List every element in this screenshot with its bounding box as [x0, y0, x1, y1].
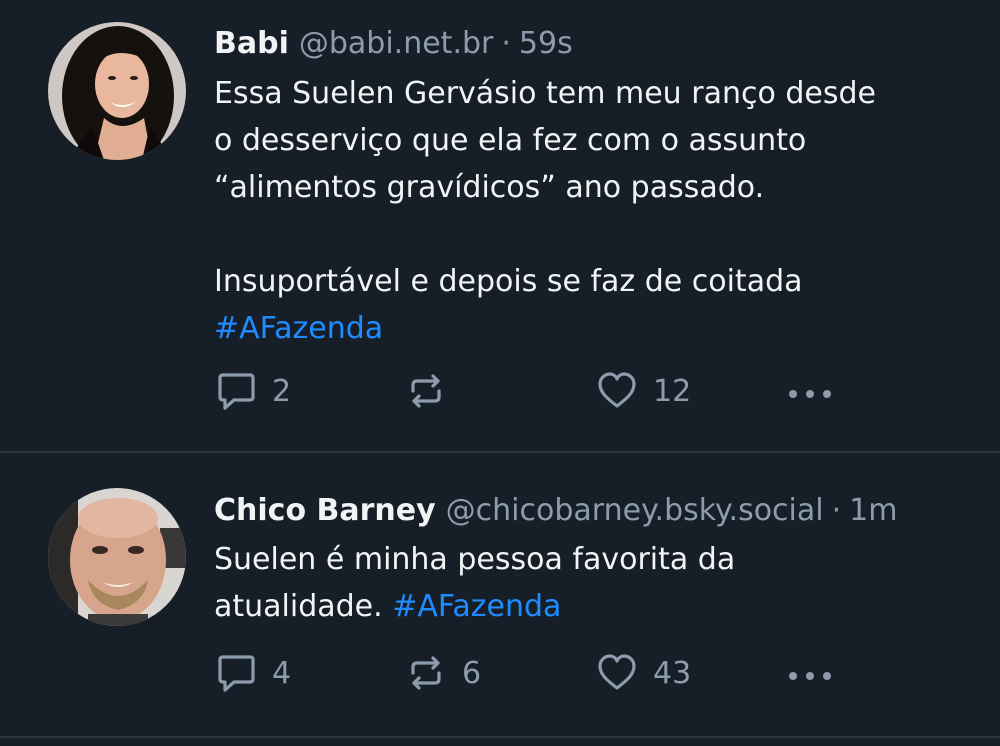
- separator-dot: ·: [501, 26, 511, 61]
- speech-bubble-icon: [218, 655, 255, 692]
- author-handle[interactable]: @babi.net.br: [299, 26, 494, 61]
- post-text-line: atualidade.: [214, 589, 383, 624]
- author-handle[interactable]: @chicobarney.bsky.social: [446, 493, 824, 528]
- repost-count: 6: [462, 655, 482, 691]
- like-button[interactable]: 43: [595, 648, 691, 698]
- repost-arrows-icon: [411, 374, 441, 408]
- heart-icon: [598, 654, 636, 690]
- ellipsis-icon: [789, 672, 831, 680]
- post-actions: 4 6 43: [0, 648, 1000, 698]
- reply-button[interactable]: 2: [214, 366, 291, 416]
- repost-arrows-icon: [411, 656, 441, 690]
- post-babi[interactable]: Babi @babi.net.br · 59s Essa Suelen Gervási…: [0, 0, 1000, 452]
- author-name[interactable]: Babi: [214, 26, 289, 61]
- heart-icon: [598, 372, 636, 408]
- like-count: 12: [653, 373, 692, 409]
- post-feed: Babi @babi.net.br · 59s Essa Suelen Gervási…: [0, 0, 1000, 746]
- avatar-image: [48, 22, 186, 160]
- post-text: Suelen é minha pessoa favorita da atuali…: [214, 536, 974, 630]
- post-timestamp[interactable]: 59s: [519, 26, 573, 61]
- post-divider: [0, 736, 1000, 738]
- reply-count: 4: [272, 655, 292, 691]
- post-text-line: “alimentos gravídicos” ano passado.: [214, 170, 765, 205]
- avatar-image: [48, 488, 186, 626]
- hashtag-link[interactable]: #AFazenda: [392, 589, 561, 624]
- hashtag-link[interactable]: #AFazenda: [214, 311, 383, 346]
- post-text-blank-line: [214, 211, 974, 258]
- like-count: 43: [653, 655, 692, 691]
- repost-button[interactable]: 6: [404, 648, 481, 698]
- repost-button[interactable]: [404, 366, 462, 416]
- author-name[interactable]: Chico Barney: [214, 493, 436, 528]
- post-chico-barney[interactable]: Chico Barney @chicobarney.bsky.social · 1m …: [0, 453, 1000, 735]
- post-text: Essa Suelen Gervásio tem meu ranço desde…: [214, 70, 974, 352]
- speech-bubble-icon: [218, 373, 255, 410]
- post-text-line: Suelen é minha pessoa favorita da: [214, 542, 736, 577]
- post-actions: 2 12: [0, 366, 1000, 416]
- post-timestamp[interactable]: 1m: [849, 493, 897, 528]
- like-button[interactable]: 12: [595, 366, 691, 416]
- post-text-line: o desserviço que ela fez com o assunto: [214, 123, 807, 158]
- ellipsis-icon: [789, 390, 831, 398]
- more-options-button[interactable]: [786, 366, 834, 416]
- avatar[interactable]: [48, 488, 186, 626]
- more-options-button[interactable]: [786, 648, 834, 698]
- avatar[interactable]: [48, 22, 186, 160]
- reply-button[interactable]: 4: [214, 648, 291, 698]
- post-text-line: Essa Suelen Gervásio tem meu ranço desde: [214, 76, 876, 111]
- post-header: Chico Barney @chicobarney.bsky.social · 1m: [214, 491, 897, 531]
- separator-dot: ·: [831, 493, 842, 528]
- post-text-line: Insuportável e depois se faz de coitada: [214, 264, 803, 299]
- post-header: Babi @babi.net.br · 59s: [214, 24, 573, 64]
- reply-count: 2: [272, 373, 292, 409]
